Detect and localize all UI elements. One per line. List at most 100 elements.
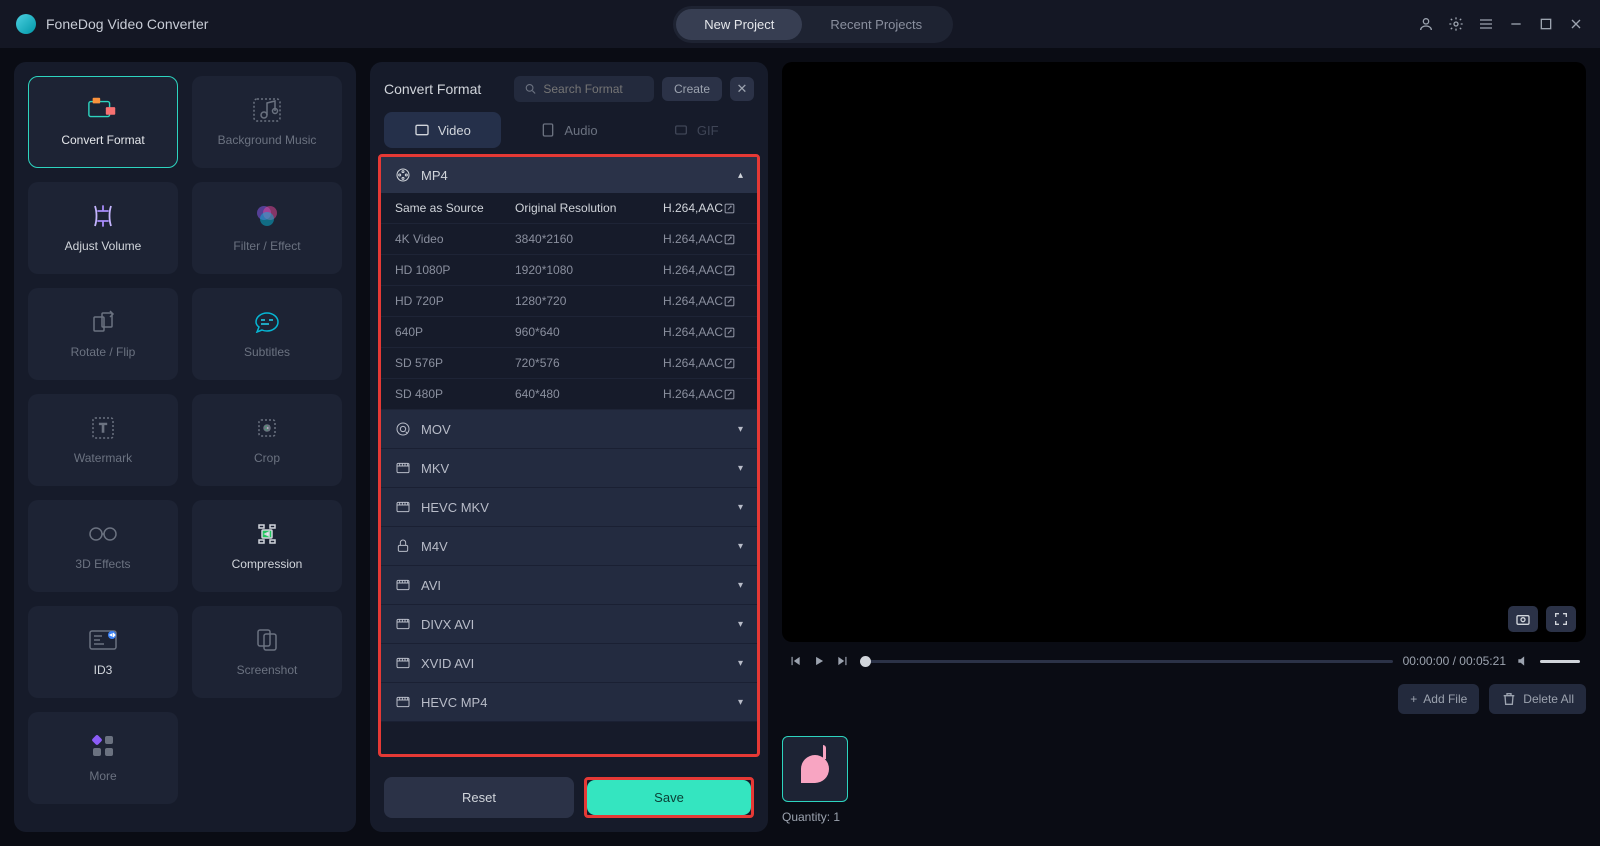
create-button[interactable]: Create <box>662 77 722 101</box>
qt-icon <box>395 421 411 437</box>
edit-icon[interactable] <box>723 326 736 339</box>
tool-more[interactable]: More <box>28 712 178 804</box>
quality-label: SD 576P <box>395 356 515 370</box>
caret-down-icon: ▾ <box>738 424 743 435</box>
tool-icon <box>251 97 283 123</box>
svg-text:T: T <box>99 421 107 435</box>
format-row[interactable]: HD 1080P1920*1080H.264,AAC <box>381 255 757 286</box>
minimize-icon[interactable] <box>1508 16 1524 32</box>
save-button[interactable]: Save <box>587 780 751 815</box>
user-icon[interactable] <box>1418 16 1434 32</box>
format-group-mp4[interactable]: MP4 ▴ <box>381 157 757 193</box>
add-file-button[interactable]: +Add File <box>1398 684 1479 714</box>
subtab-video[interactable]: Video <box>384 112 501 148</box>
play-button[interactable] <box>812 654 826 668</box>
edit-icon[interactable] <box>723 388 736 401</box>
tool-compression[interactable]: Compression <box>192 500 342 592</box>
search-format-input[interactable] <box>514 76 654 102</box>
caret-down-icon: ▾ <box>738 658 743 669</box>
format-row[interactable]: 640P960*640H.264,AAC <box>381 317 757 348</box>
codec-label: H.264,AAC <box>663 325 723 339</box>
tool-watermark[interactable]: TWatermark <box>28 394 178 486</box>
app-logo <box>16 14 36 34</box>
tool-label: ID3 <box>94 663 113 677</box>
caret-down-icon: ▾ <box>738 697 743 708</box>
time-display: 00:00:00 / 00:05:21 <box>1403 654 1506 668</box>
music-note-icon <box>801 755 829 783</box>
format-row[interactable]: 4K Video3840*2160H.264,AAC <box>381 224 757 255</box>
quality-label: SD 480P <box>395 387 515 401</box>
close-panel-button[interactable]: ✕ <box>730 77 754 101</box>
format-row[interactable]: SD 480P640*480H.264,AAC <box>381 379 757 410</box>
tool-adjust-volume[interactable]: Adjust Volume <box>28 182 178 274</box>
format-group-m4v[interactable]: M4V▾ <box>381 527 757 566</box>
caret-up-icon: ▴ <box>738 170 743 181</box>
tool-convert-format[interactable]: Convert Format <box>28 76 178 168</box>
codec-label: H.264,AAC <box>663 201 723 215</box>
seek-slider[interactable] <box>860 660 1393 663</box>
fullscreen-button[interactable] <box>1546 606 1576 632</box>
format-name: M4V <box>421 539 448 554</box>
lock-icon <box>395 538 411 554</box>
format-name: XVID AVI <box>421 656 474 671</box>
tool-subtitles[interactable]: Subtitles <box>192 288 342 380</box>
edit-icon[interactable] <box>723 264 736 277</box>
subtab-gif[interactable]: GIF <box>637 112 754 148</box>
tool-rotate-flip[interactable]: Rotate / Flip <box>28 288 178 380</box>
volume-icon[interactable] <box>1516 654 1530 668</box>
format-group-xvid-avi[interactable]: XVID AVI ▾ <box>381 644 757 683</box>
tool-label: Background Music <box>218 133 317 147</box>
format-name: MKV <box>421 461 449 476</box>
tool-crop[interactable]: Crop <box>192 394 342 486</box>
format-name: DIVX AVI <box>421 617 474 632</box>
edit-icon[interactable] <box>723 357 736 370</box>
resolution-label: 960*640 <box>515 325 663 339</box>
tab-recent-projects[interactable]: Recent Projects <box>802 9 950 40</box>
format-name: HEVC MP4 <box>421 695 487 710</box>
maximize-icon[interactable] <box>1538 16 1554 32</box>
quality-label: HD 720P <box>395 294 515 308</box>
close-window-icon[interactable] <box>1568 16 1584 32</box>
tool-icon: T <box>87 415 119 441</box>
tab-new-project[interactable]: New Project <box>676 9 802 40</box>
format-list: MP4 ▴ Same as SourceOriginal ResolutionH… <box>378 154 760 757</box>
trash-icon <box>1501 691 1517 707</box>
settings-icon[interactable] <box>1448 16 1464 32</box>
format-group-hevc-mp4[interactable]: HEVC MP4 ▾ <box>381 683 757 722</box>
subtab-audio[interactable]: Audio <box>511 112 628 148</box>
tool-screenshot[interactable]: Screenshot <box>192 606 342 698</box>
format-row[interactable]: SD 576P720*576H.264,AAC <box>381 348 757 379</box>
gif-icon <box>673 122 689 138</box>
plus-icon: + <box>1410 692 1417 706</box>
edit-icon[interactable] <box>723 233 736 246</box>
volume-slider[interactable] <box>1540 660 1580 663</box>
previous-button[interactable] <box>788 654 802 668</box>
video-preview <box>782 62 1586 642</box>
resolution-label: 1920*1080 <box>515 263 663 277</box>
tool-background-music[interactable]: Background Music <box>192 76 342 168</box>
format-group-mov[interactable]: MOV▾ <box>381 410 757 449</box>
delete-all-button[interactable]: Delete All <box>1489 684 1586 714</box>
video-icon <box>414 122 430 138</box>
resolution-label: 640*480 <box>515 387 663 401</box>
snapshot-button[interactable] <box>1508 606 1538 632</box>
format-row[interactable]: Same as SourceOriginal ResolutionH.264,A… <box>381 193 757 224</box>
reset-button[interactable]: Reset <box>384 777 574 818</box>
quantity-label: Quantity: 1 <box>782 810 848 824</box>
tool-3d-effects[interactable]: 3D Effects <box>28 500 178 592</box>
format-group-mkv[interactable]: MKV▾ <box>381 449 757 488</box>
format-row[interactable]: HD 720P1280*720H.264,AAC <box>381 286 757 317</box>
media-thumbnail[interactable] <box>782 736 848 802</box>
tool-label: Filter / Effect <box>233 239 300 253</box>
format-group-avi[interactable]: AVI▾ <box>381 566 757 605</box>
tool-icon <box>251 415 283 441</box>
next-button[interactable] <box>836 654 850 668</box>
edit-icon[interactable] <box>723 295 736 308</box>
edit-icon[interactable] <box>723 202 736 215</box>
tool-icon <box>251 203 283 229</box>
format-group-divx-avi[interactable]: DIVX AVI▾ <box>381 605 757 644</box>
format-group-hevc-mkv[interactable]: HEVC MKV▾ <box>381 488 757 527</box>
tool-id3[interactable]: ID3 <box>28 606 178 698</box>
tool-filter-effect[interactable]: Filter / Effect <box>192 182 342 274</box>
menu-icon[interactable] <box>1478 16 1494 32</box>
